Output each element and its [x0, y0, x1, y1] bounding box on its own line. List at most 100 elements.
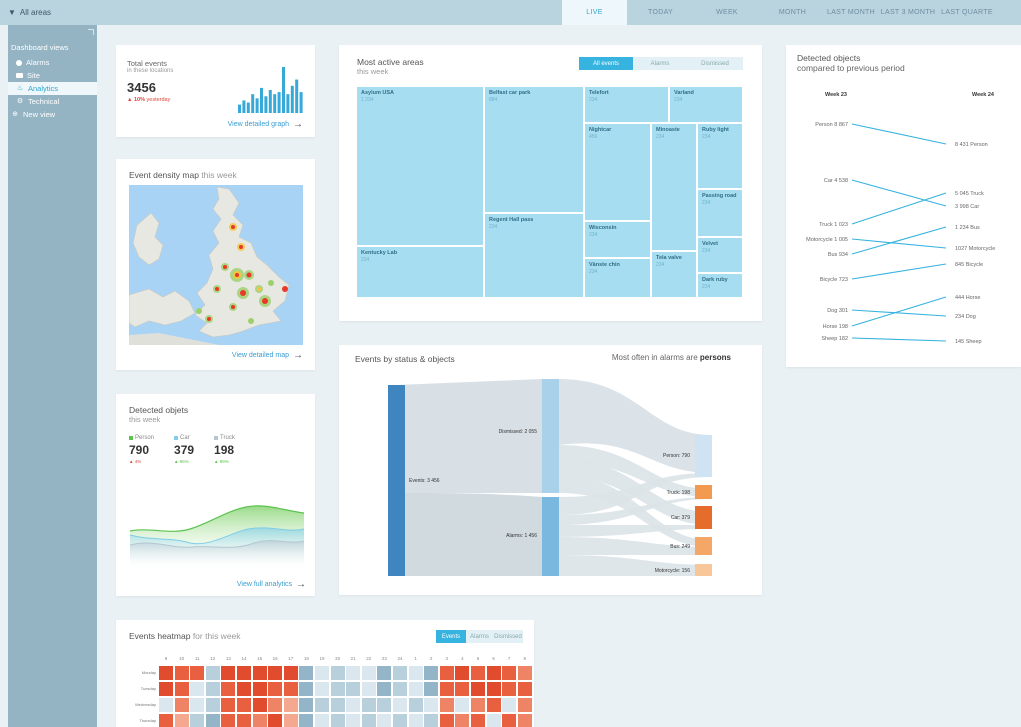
treemap-tile[interactable]: Kentucky Lab 234: [356, 246, 484, 298]
heatmap-cell[interactable]: [408, 682, 423, 696]
heatmap-cell[interactable]: [268, 666, 283, 680]
heatmap-cell[interactable]: [221, 698, 236, 712]
heatmap-cell[interactable]: [190, 714, 205, 727]
treemap-tile[interactable]: Wisconsin 234: [584, 221, 651, 258]
heatmap-cell[interactable]: [330, 682, 345, 696]
heatmap-cell[interactable]: [299, 698, 314, 712]
heatmap-cell[interactable]: [283, 714, 298, 727]
heatmap-cell[interactable]: [455, 714, 470, 727]
heatmap-cell[interactable]: [283, 698, 298, 712]
heatmap-cell[interactable]: [190, 666, 205, 680]
heatmap-cell[interactable]: [424, 666, 439, 680]
treemap-tile[interactable]: Telefort 234: [584, 86, 669, 123]
heatmap-cell[interactable]: [299, 682, 314, 696]
heatmap-cell[interactable]: [237, 698, 251, 712]
heatmap-cell[interactable]: [268, 714, 283, 727]
heatmap-cell[interactable]: [252, 698, 267, 712]
heatmap-cell[interactable]: [408, 666, 423, 680]
heatmap-cell[interactable]: [330, 714, 345, 727]
heatmap-cell[interactable]: [517, 714, 532, 727]
heatmap-cell[interactable]: [221, 714, 236, 727]
range-tab-last-3-month[interactable]: LAST 3 MONTH: [877, 0, 939, 25]
toggle-all-events[interactable]: All events: [579, 57, 633, 70]
range-tab-last-quarte[interactable]: LAST QUARTE: [939, 0, 995, 25]
heatmap-cell[interactable]: [174, 682, 189, 696]
heatmap-cell[interactable]: [221, 682, 236, 696]
heatmap-cell[interactable]: [221, 666, 236, 680]
heatmap-cell[interactable]: [159, 698, 173, 712]
range-tab-last-month[interactable]: LAST MONTH: [825, 0, 877, 25]
treemap-tile[interactable]: Vänste chin 234: [584, 258, 651, 298]
heatmap-cell[interactable]: [346, 698, 361, 712]
heatmap-cell[interactable]: [299, 714, 314, 727]
heatmap-cell[interactable]: [174, 714, 189, 727]
treemap-tile[interactable]: Nightcar 456: [584, 123, 651, 221]
heatmap-cell[interactable]: [237, 666, 251, 680]
heatmap-cell[interactable]: [315, 698, 329, 712]
toggle-dismissed[interactable]: Dismissed: [687, 57, 743, 70]
heatmap-cell[interactable]: [174, 666, 189, 680]
toggle-alarms[interactable]: Alarms: [633, 57, 687, 70]
heatmap-cell[interactable]: [424, 682, 439, 696]
area-filter[interactable]: ▼ All areas: [0, 8, 51, 17]
heatmap-cell[interactable]: [190, 698, 205, 712]
heatmap-cell[interactable]: [439, 682, 454, 696]
heatmap-cell[interactable]: [424, 714, 439, 727]
heatmap-cell[interactable]: [159, 666, 173, 680]
heatmap-cell[interactable]: [424, 698, 439, 712]
heatmap-cell[interactable]: [346, 714, 361, 727]
range-tab-month[interactable]: MONTH: [760, 0, 825, 25]
heatmap-cell[interactable]: [330, 698, 345, 712]
heatmap-cell[interactable]: [315, 666, 329, 680]
heatmap-cell[interactable]: [393, 714, 407, 727]
sidebar-item-technical[interactable]: ⚙ Technical: [8, 95, 97, 108]
heatmap-cell[interactable]: [377, 666, 392, 680]
heatmap-cell[interactable]: [517, 698, 532, 712]
heatmap-cell[interactable]: [471, 714, 485, 727]
heatmap-cell[interactable]: [377, 682, 392, 696]
heatmap-cell[interactable]: [268, 698, 283, 712]
heatmap-cell[interactable]: [252, 666, 267, 680]
heatmap-cell[interactable]: [268, 682, 283, 696]
heatmap-cell[interactable]: [517, 682, 532, 696]
treemap-tile[interactable]: Asylum USA 1 234: [356, 86, 484, 246]
heatmap-cell[interactable]: [502, 682, 517, 696]
heatmap-cell[interactable]: [393, 666, 407, 680]
heatmap-cell[interactable]: [159, 682, 173, 696]
heatmap-cell[interactable]: [346, 666, 361, 680]
heatmap-cell[interactable]: [361, 682, 376, 696]
heatmap-cell[interactable]: [471, 666, 485, 680]
heatmap-cell[interactable]: [502, 714, 517, 727]
heatmap-cell[interactable]: [486, 682, 501, 696]
heatmap-cell[interactable]: [361, 698, 376, 712]
heatmap-cell[interactable]: [377, 698, 392, 712]
treemap-tile[interactable]: Minoaste 234: [651, 123, 697, 251]
sidebar-item-site[interactable]: Site: [8, 69, 97, 82]
heatmap-cell[interactable]: [502, 666, 517, 680]
heatmap-cell[interactable]: [205, 714, 220, 727]
heatmap-cell[interactable]: [439, 698, 454, 712]
heatmap-cell[interactable]: [377, 714, 392, 727]
heatmap-cell[interactable]: [517, 666, 532, 680]
density-map[interactable]: [129, 185, 303, 345]
heatmap-cell[interactable]: [283, 682, 298, 696]
treemap-tile[interactable]: Passing road 234: [697, 189, 743, 237]
heatmap-cell[interactable]: [502, 698, 517, 712]
heatmap-cell[interactable]: [486, 714, 501, 727]
sidebar-item-analytics[interactable]: ♨ Analytics: [8, 82, 97, 95]
heatmap-cell[interactable]: [330, 666, 345, 680]
heatmap-cell[interactable]: [439, 714, 454, 727]
heatmap-cell[interactable]: [486, 666, 501, 680]
range-tab-live[interactable]: LIVE: [562, 0, 627, 25]
range-tab-today[interactable]: TODAY: [627, 0, 694, 25]
heatmap-cell[interactable]: [174, 698, 189, 712]
treemap-tile[interactable]: Ruby light 234: [697, 123, 743, 189]
view-detailed-graph-link[interactable]: View detailed graph →: [228, 119, 303, 130]
view-detailed-map-link[interactable]: View detailed map →: [232, 350, 303, 361]
treemap-tile[interactable]: Varland 234: [669, 86, 743, 123]
heatmap-cell[interactable]: [393, 682, 407, 696]
heatmap-cell[interactable]: [252, 682, 267, 696]
heatmap-cell[interactable]: [393, 698, 407, 712]
heatmap-cell[interactable]: [408, 714, 423, 727]
treemap-tile[interactable]: Velvet 234: [697, 237, 743, 273]
